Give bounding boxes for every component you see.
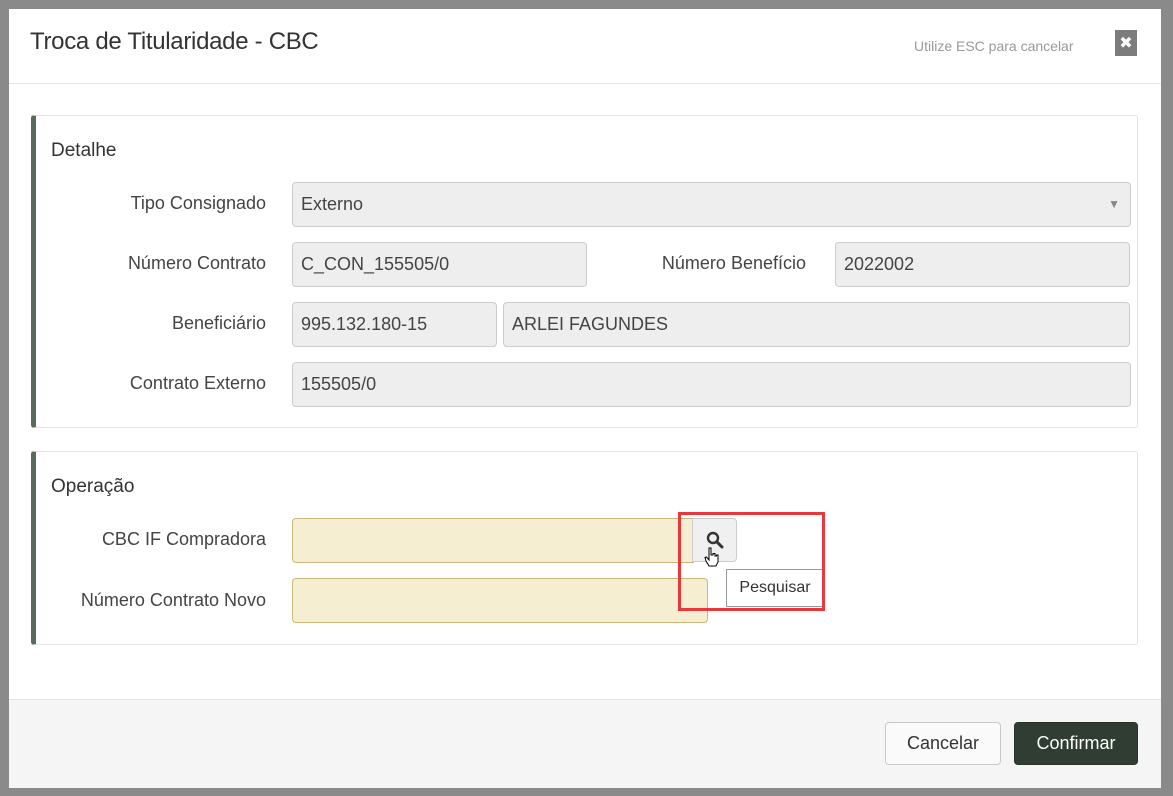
tipo-consignado-label: Tipo Consignado: [130, 193, 266, 213]
numero-beneficio-value: 2022002: [844, 254, 915, 274]
numero-beneficio-label: Número Benefício: [661, 253, 806, 273]
beneficiario-cpf-field: 995.132.180-15: [292, 302, 497, 347]
chevron-down-icon: ▼: [1108, 197, 1120, 211]
tipo-consignado-value: Externo: [301, 194, 364, 214]
cancel-button[interactable]: Cancelar: [885, 722, 1001, 765]
numero-contrato-value: C_CON_155505/0: [301, 254, 450, 274]
numero-contrato-field: C_CON_155505/0: [292, 242, 587, 287]
confirm-button[interactable]: Confirmar: [1014, 722, 1138, 765]
modal-title: Troca de Titularidade - CBC: [30, 28, 319, 55]
cbc-if-compradora-input[interactable]: [292, 518, 694, 563]
esc-hint: Utilize ESC para cancelar: [914, 38, 1074, 54]
contrato-externo-value: 155505/0: [301, 374, 377, 394]
modal-header: Troca de Titularidade - CBC Utilize ESC …: [9, 9, 1161, 84]
numero-beneficio-field: 2022002: [835, 242, 1130, 287]
numero-contrato-label: Número Contrato: [127, 253, 266, 273]
numero-contrato-novo-input[interactable]: [292, 578, 708, 623]
detalhe-panel: Detalhe Tipo Consignado Externo ▼ Número…: [31, 115, 1138, 428]
numero-contrato-novo-label: Número Contrato Novo: [80, 590, 266, 610]
operacao-title: Operação: [51, 476, 135, 497]
highlight-annotation: [678, 512, 825, 611]
contrato-externo-label: Contrato Externo: [129, 373, 266, 393]
tipo-consignado-select[interactable]: Externo ▼: [292, 182, 1131, 227]
close-icon: ✖: [1119, 35, 1133, 52]
cbc-if-compradora-label: CBC IF Compradora: [101, 529, 266, 549]
beneficiario-name-value: ARLEI FAGUNDES: [512, 314, 669, 334]
beneficiario-cpf-value: 995.132.180-15: [301, 314, 428, 334]
troca-titularidade-modal: Troca de Titularidade - CBC Utilize ESC …: [9, 9, 1161, 788]
operacao-panel: Operação CBC IF Compradora Número Contra…: [31, 451, 1138, 645]
contrato-externo-field: 155505/0: [292, 362, 1131, 407]
beneficiario-label: Beneficiário: [171, 313, 266, 333]
close-button[interactable]: ✖: [1115, 30, 1137, 56]
detalhe-title: Detalhe: [51, 140, 117, 161]
beneficiario-name-field: ARLEI FAGUNDES: [503, 302, 1130, 347]
modal-footer: Cancelar Confirmar: [9, 699, 1161, 788]
